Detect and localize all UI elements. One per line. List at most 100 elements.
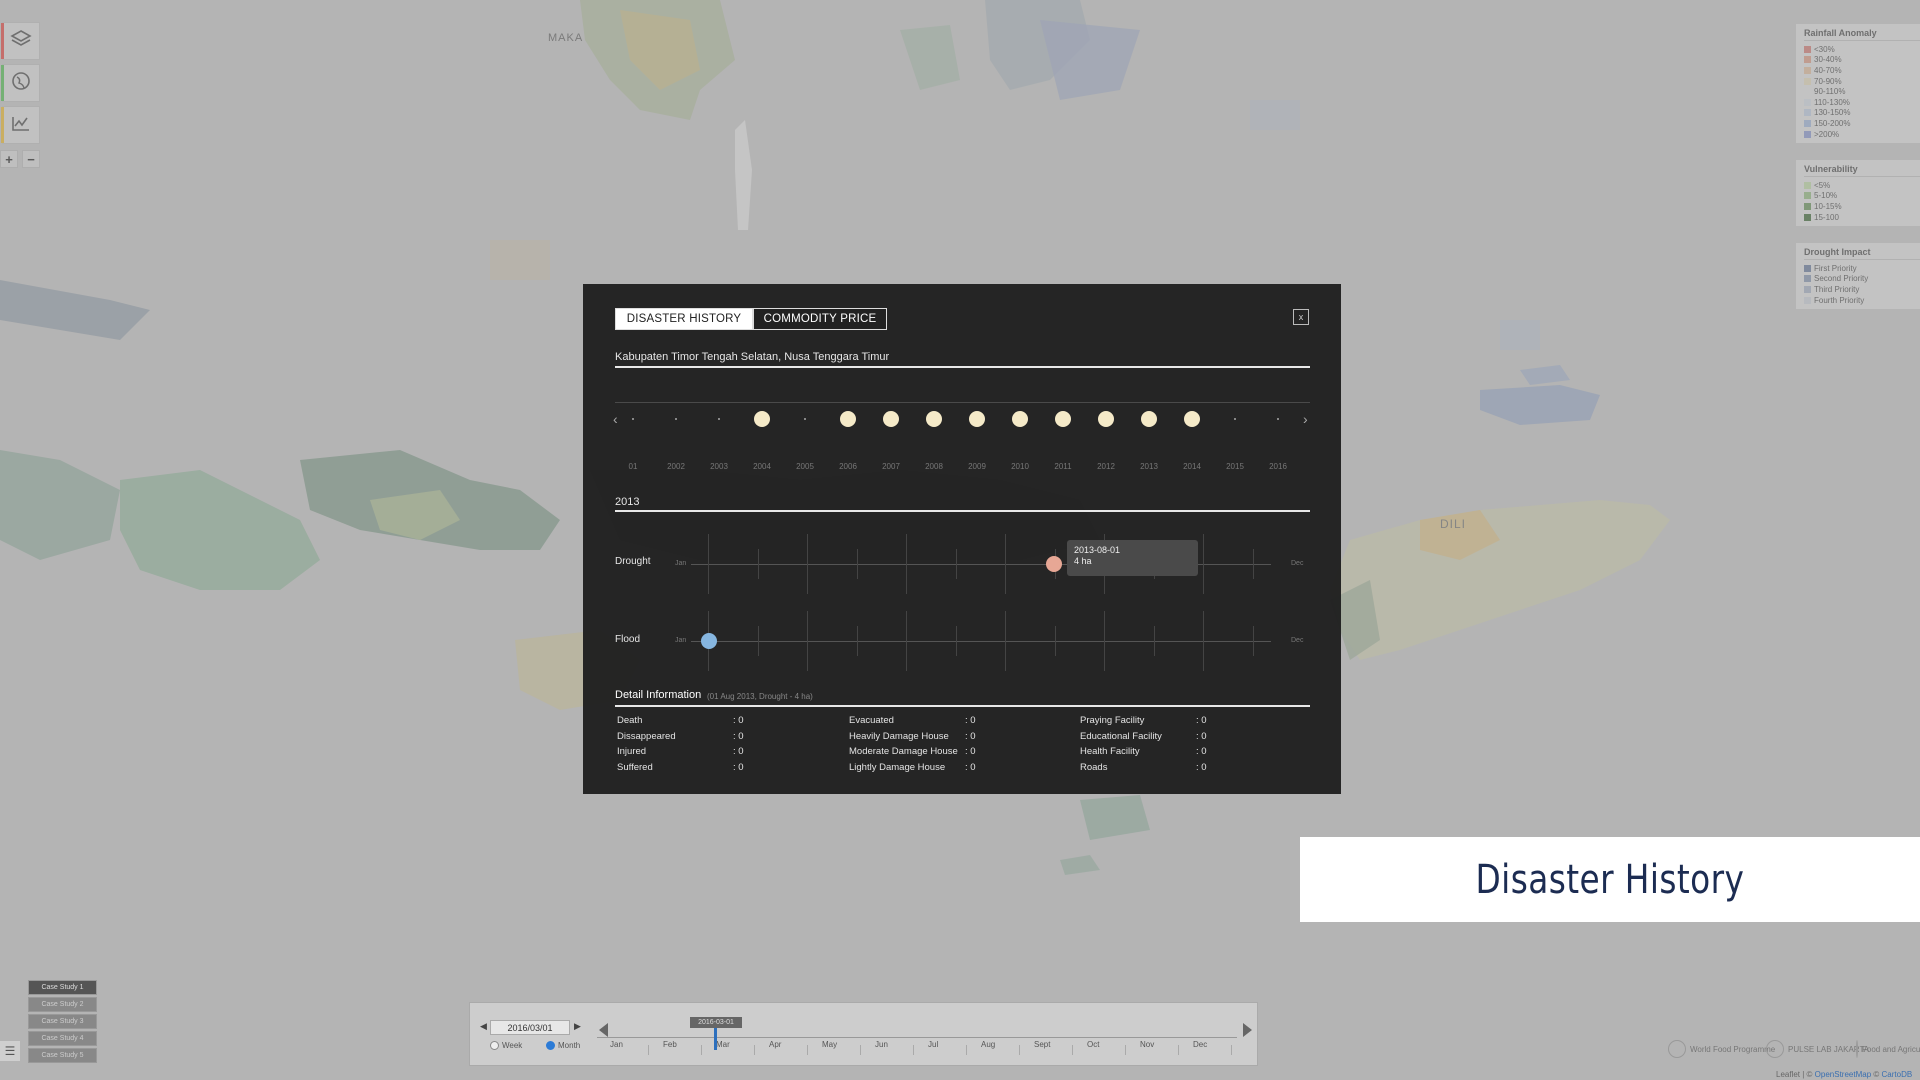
date-prev-arrow-icon[interactable]: ◀ bbox=[480, 1021, 487, 1032]
timeline-month-label[interactable]: Dec bbox=[1193, 1040, 1207, 1049]
month-tick bbox=[708, 534, 709, 594]
year-label[interactable]: 2012 bbox=[1097, 462, 1115, 471]
timeline-month-label[interactable]: Nov bbox=[1140, 1040, 1154, 1049]
month-tick bbox=[1005, 611, 1006, 671]
year-label[interactable]: 2014 bbox=[1183, 462, 1201, 471]
timeline-next-icon[interactable] bbox=[1243, 1023, 1252, 1037]
wfp-emblem-icon bbox=[1668, 1040, 1686, 1058]
timeline-month-label[interactable]: Aug bbox=[981, 1040, 995, 1049]
carto-link[interactable]: CartoDB bbox=[1882, 1070, 1913, 1079]
year-label[interactable]: 2009 bbox=[968, 462, 986, 471]
year-event-dot[interactable] bbox=[754, 411, 770, 427]
legend-title: Rainfall Anomaly bbox=[1804, 28, 1920, 41]
year-label[interactable]: 2010 bbox=[1011, 462, 1029, 471]
legend-swatch bbox=[1804, 119, 1811, 127]
year-event-dot[interactable] bbox=[1012, 411, 1028, 427]
legend-item-label: Third Priority bbox=[1814, 284, 1860, 294]
divider bbox=[615, 366, 1310, 368]
menu-icon[interactable]: ☰ bbox=[0, 1041, 20, 1061]
layers-icon bbox=[9, 27, 33, 56]
year-event-dot[interactable] bbox=[840, 411, 856, 427]
timeline-month-tick bbox=[1231, 1045, 1232, 1055]
date-next-arrow-icon[interactable]: ▶ bbox=[574, 1021, 581, 1032]
timeline-month-label[interactable]: Apr bbox=[769, 1040, 781, 1049]
timeline-month-label[interactable]: Jun bbox=[875, 1040, 888, 1049]
month-tick bbox=[856, 626, 858, 656]
year-event-dot[interactable] bbox=[1055, 411, 1071, 427]
year-event-dot[interactable] bbox=[883, 411, 899, 427]
legend-item: 30-40% bbox=[1804, 55, 1920, 66]
legend-item-label: 40-70% bbox=[1814, 65, 1842, 75]
drought-event-dot[interactable] bbox=[1046, 556, 1062, 572]
year-event-dot[interactable] bbox=[926, 411, 942, 427]
legend-item-label: 150-200% bbox=[1814, 118, 1851, 128]
year-event-dot[interactable] bbox=[1098, 411, 1114, 427]
case-study-button-5[interactable]: Case Study 5 bbox=[28, 1048, 97, 1063]
year-event-dot[interactable] bbox=[1184, 411, 1200, 427]
mode-week-radio[interactable]: Week bbox=[490, 1041, 522, 1050]
year-label[interactable]: 2007 bbox=[882, 462, 900, 471]
pulse-lab-emblem-icon bbox=[1766, 1040, 1784, 1058]
timeline-month-label[interactable]: Mar bbox=[716, 1040, 730, 1049]
year-event-dot[interactable] bbox=[969, 411, 985, 427]
year-label[interactable]: 2011 bbox=[1054, 462, 1071, 471]
month-tick bbox=[757, 549, 759, 579]
timeline-prev-icon[interactable] bbox=[599, 1023, 608, 1037]
year-label[interactable]: 2004 bbox=[753, 462, 771, 471]
year-next-arrow-icon[interactable]: › bbox=[1303, 411, 1308, 427]
timeline-cursor[interactable] bbox=[714, 1028, 717, 1050]
detail-label: Death bbox=[617, 715, 643, 726]
year-label[interactable]: 01 bbox=[629, 462, 638, 471]
flood-event-dot[interactable] bbox=[701, 633, 717, 649]
month-tick bbox=[1203, 534, 1204, 594]
year-label[interactable]: 2016 bbox=[1269, 462, 1287, 471]
timeline-month-label[interactable]: Oct bbox=[1087, 1040, 1099, 1049]
case-study-button-4[interactable]: Case Study 4 bbox=[28, 1031, 97, 1046]
legend-item-label: 30-40% bbox=[1814, 55, 1842, 65]
year-label[interactable]: 2006 bbox=[839, 462, 857, 471]
legend-item: <5% bbox=[1804, 180, 1920, 191]
year-label[interactable]: 2013 bbox=[1140, 462, 1158, 471]
legend-item: 90-110% bbox=[1804, 86, 1920, 97]
case-study-button-2[interactable]: Case Study 2 bbox=[28, 997, 97, 1012]
osm-link[interactable]: OpenStreetMap bbox=[1815, 1070, 1871, 1079]
flood-row-label: Flood bbox=[615, 634, 641, 645]
caption-banner: Disaster History bbox=[1300, 837, 1920, 922]
year-prev-arrow-icon[interactable]: ‹ bbox=[613, 411, 618, 427]
year-label[interactable]: 2003 bbox=[710, 462, 728, 471]
detail-label: Praying Facility bbox=[1080, 715, 1145, 726]
timeline-month-label[interactable]: Jan bbox=[610, 1040, 623, 1049]
timeline-month-tick bbox=[1125, 1045, 1126, 1055]
tab-commodity-price[interactable]: COMMODITY PRICE bbox=[753, 308, 887, 330]
legend-item-label: 5-10% bbox=[1814, 191, 1838, 201]
year-label[interactable]: 2002 bbox=[667, 462, 685, 471]
year-label[interactable]: 2015 bbox=[1226, 462, 1244, 471]
legend-swatch bbox=[1804, 88, 1811, 96]
timeline-month-label[interactable]: Jul bbox=[928, 1040, 938, 1049]
logo-text: Food and Agriculture Organization bbox=[1862, 1044, 1920, 1054]
zoom-in-button[interactable]: + bbox=[0, 150, 18, 168]
year-event-dot[interactable] bbox=[1141, 411, 1157, 427]
legend-swatch bbox=[1804, 56, 1811, 64]
map-attribution: Leaflet | © OpenStreetMap © CartoDB bbox=[1776, 1070, 1912, 1079]
layers-button[interactable] bbox=[1, 22, 40, 60]
globe-button[interactable] bbox=[1, 64, 40, 102]
close-button[interactable]: x bbox=[1293, 309, 1309, 325]
detail-value: : 0 bbox=[733, 746, 744, 757]
timeline-month-label[interactable]: May bbox=[822, 1040, 837, 1049]
timeline-month-tick bbox=[648, 1045, 649, 1055]
timeline-month-label[interactable]: Sept bbox=[1034, 1040, 1050, 1049]
year-label[interactable]: 2008 bbox=[925, 462, 943, 471]
mode-month-radio[interactable]: Month bbox=[546, 1041, 580, 1050]
radio-indicator bbox=[546, 1041, 555, 1050]
date-display[interactable]: 2016/03/01 bbox=[490, 1020, 570, 1035]
zoom-out-button[interactable]: − bbox=[22, 150, 40, 168]
chart-button[interactable] bbox=[1, 106, 40, 144]
legend-swatch bbox=[1804, 66, 1811, 74]
year-label[interactable]: 2005 bbox=[796, 462, 814, 471]
tab-disaster-history[interactable]: DISASTER HISTORY bbox=[615, 308, 753, 330]
case-study-button-1[interactable]: Case Study 1 bbox=[28, 980, 97, 995]
legend-swatch bbox=[1804, 130, 1811, 138]
case-study-button-3[interactable]: Case Study 3 bbox=[28, 1014, 97, 1029]
timeline-month-label[interactable]: Feb bbox=[663, 1040, 677, 1049]
